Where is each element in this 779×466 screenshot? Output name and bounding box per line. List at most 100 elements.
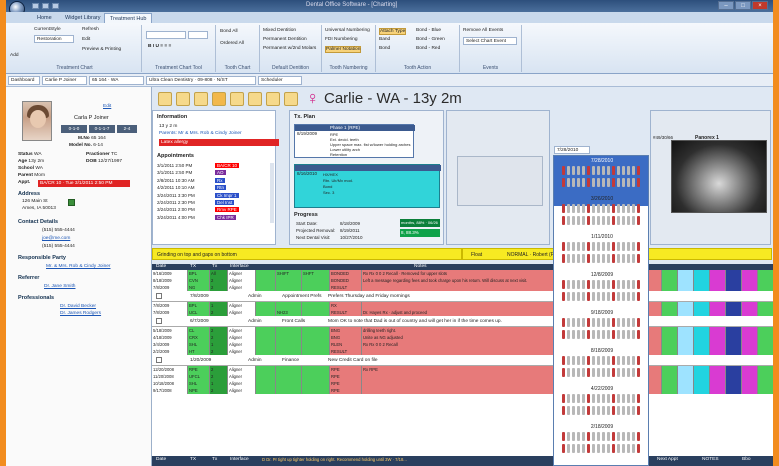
table-row[interactable]: 7/8/2009 NG 2 Aligner RESULT xyxy=(152,284,773,291)
table-cell: 9/16/2009 xyxy=(152,270,188,277)
tooth-icon xyxy=(632,368,635,377)
appointment-row[interactable]: 2/24/2011 2:30 PM Del Inst xyxy=(157,200,267,207)
remove-events-button[interactable]: Remove All Events xyxy=(463,28,503,33)
universal-numbering-option[interactable]: Universal Numbering xyxy=(325,28,370,33)
bond-red-button[interactable]: Bond - Red xyxy=(416,46,440,51)
group-expand-icon[interactable] xyxy=(156,293,162,299)
chart-history-item[interactable]: 2/18/2009 xyxy=(554,422,648,465)
permanent-dentition-option[interactable]: Permanent Dentition xyxy=(263,37,307,42)
format-icons[interactable]: B I U ≡ ≡ ≡ xyxy=(148,44,171,49)
table-row[interactable]: 10/18/2008 SHL 1 Aligner RPE xyxy=(152,380,773,387)
preview-button[interactable]: Preview & Printing xyxy=(82,47,121,52)
table-row[interactable]: 3/4/2009 SHL 1 Aligner RLEN Rx Rx 0 0 2 Recal… xyxy=(152,341,773,348)
tx-plan-2[interactable]: 8/16/2010 HX/HEX Rtn. Ulr/Mx mod. Bond S… xyxy=(294,164,441,208)
panorex-xray-image[interactable] xyxy=(671,140,767,213)
tab-home[interactable]: Home xyxy=(32,13,57,23)
appointment-row[interactable]: 3/24/2011 3:30 PM Ck Impr 1 xyxy=(157,192,267,200)
dashboard-combo[interactable]: Dashboard xyxy=(8,76,40,85)
attach-type-button[interactable]: Attach Type xyxy=(379,28,407,35)
tab-treatment-hub[interactable]: Treatment Hub xyxy=(104,13,153,23)
chart-date-combo[interactable]: 7/28/2010 xyxy=(554,146,590,154)
table-row[interactable]: 9/17/2008 NPE 2 Aligner RPE xyxy=(152,387,773,394)
fdi-numbering-option[interactable]: FDI Numbering xyxy=(325,37,358,42)
add-button[interactable]: Add xyxy=(10,53,19,58)
event-combo[interactable]: Select Chart Event xyxy=(463,37,517,45)
toolbar-chart-icon[interactable] xyxy=(212,92,226,106)
ordered-all-button[interactable]: Ordered All xyxy=(220,41,244,46)
refresh-button[interactable]: Refresh xyxy=(82,27,99,32)
table-row[interactable]: 9/16/2009 BPL All Aligner SHIFT SHFT BONDED Rx … xyxy=(152,270,773,277)
grid-group-row[interactable]: 7/8/2009 Admin Appointment Prefs Prefers Th… xyxy=(152,291,773,302)
map-icon[interactable] xyxy=(68,199,75,206)
toolbar-print-icon[interactable] xyxy=(176,92,190,106)
appointment-row[interactable]: 3/1/2011 2:50 PM AO xyxy=(157,170,267,177)
group-expand-icon[interactable] xyxy=(156,357,162,363)
toolbar-settings-icon[interactable] xyxy=(284,92,298,106)
tooth-icon xyxy=(582,166,585,175)
appointments-scrollbar[interactable] xyxy=(270,163,274,223)
toolbar-tx-icon[interactable] xyxy=(194,92,208,106)
column-header[interactable]: Tx xyxy=(212,264,217,269)
grid-footer: Date TX Tx Interface D Dr. Pr tight up t… xyxy=(152,456,773,466)
table-row[interactable]: 5/18/2009 CL 2 Aligner BNG drilling teeth rig… xyxy=(152,327,773,334)
table-row[interactable]: 11/20/2008 UFCL 2 Aligner RPE xyxy=(152,373,773,380)
referrer-link[interactable]: Dr. Jane Smith xyxy=(44,284,75,289)
column-header[interactable]: Notes xyxy=(414,264,427,269)
edit-button[interactable]: Edit xyxy=(82,37,90,42)
toolbar-notes-icon[interactable] xyxy=(230,92,244,106)
minimize-button[interactable]: – xyxy=(718,1,734,10)
table-row[interactable]: 7/8/2009 UCL 2 Aligner NH23 RESULT Dr. Hayes R… xyxy=(152,309,773,316)
info-parents[interactable]: Parents: Mr & Mrs. Rob & Cindy Joiner xyxy=(159,131,242,136)
maximize-button[interactable]: □ xyxy=(735,1,751,10)
band-button[interactable]: Band xyxy=(379,37,390,42)
toolbar-xray-icon[interactable] xyxy=(266,92,280,106)
oral-surgeon-link[interactable]: Dr. James Rodgers xyxy=(60,311,101,316)
appointment-row[interactable]: 4/2/2011 10:10 AM Rtn xyxy=(157,185,267,192)
scheduler-combo[interactable]: Scheduler xyxy=(258,76,302,85)
column-header[interactable]: Interface xyxy=(230,264,249,269)
table-row[interactable]: 7/8/2009 BPL 1 Aligner RX xyxy=(152,302,773,309)
next-appointment[interactable]: BA/CR 10 · Tue 3/1/2011 2:50 PM xyxy=(38,180,130,187)
tx-plan-1[interactable]: 8/19/2009 Phase 1 (RPE) RPE Ext. decid. … xyxy=(294,124,415,158)
table-row[interactable]: 2/2/2009 HT 2 Aligner RESULT xyxy=(152,348,773,355)
appointment-row[interactable]: 2/8/2011 10:30 AM Rx xyxy=(157,177,267,185)
toolbar-home-icon[interactable] xyxy=(158,92,172,106)
email-link[interactable]: joe@me.com xyxy=(42,236,70,241)
responsible-party-link[interactable]: Mr. & Mrs. Rob & Cindy Joiner xyxy=(46,264,111,269)
chart-history-dropdown[interactable]: 7/28/2010 3/26/2010 1/11/2010 12/8/2009 9/18… xyxy=(553,155,649,466)
edit-patient-link[interactable]: Edit xyxy=(103,104,111,109)
table-row[interactable]: 4/18/2009 CRX 2 Aligner BNG Unite as NG adjus… xyxy=(152,334,773,341)
table-row[interactable]: 12/20/2008 RPE 2 Aligner RPE Rx RPE xyxy=(152,366,773,373)
group-expand-icon[interactable] xyxy=(156,318,162,324)
grid-group-row[interactable]: 1/20/2009 Admin Finance New Credit Card on … xyxy=(152,355,773,366)
appointment-row[interactable]: 3/1/2011 2:50 PM BA/CR 10 xyxy=(157,163,267,170)
palmer-notation-option[interactable]: Palmer Notation xyxy=(325,46,362,53)
mixed-dentition-option[interactable]: Mixed Dentition xyxy=(263,28,296,33)
bond-blue-button[interactable]: Bond - Blue xyxy=(416,28,441,33)
table-row[interactable]: 8/18/2009 CVN 2 Aligner BONDED Left a message… xyxy=(152,277,773,284)
font-combo[interactable] xyxy=(146,31,186,39)
grid-group-row[interactable]: 6/7/2009 Admin Front Calls Mom OK to note t… xyxy=(152,316,773,327)
group-label: Tooth Chart xyxy=(224,65,251,71)
quick-save-icon[interactable] xyxy=(32,3,39,9)
style-combo[interactable]: Restoration xyxy=(34,35,74,43)
column-header[interactable]: Date xyxy=(156,264,166,269)
bond-button[interactable]: Bond xyxy=(379,46,390,51)
column-header[interactable]: TX xyxy=(190,264,196,269)
quick-redo-icon[interactable] xyxy=(52,3,59,9)
size-combo[interactable] xyxy=(188,31,208,39)
tooth-icon xyxy=(597,166,600,175)
bond-all-button[interactable]: Bond All xyxy=(220,29,238,34)
appointment-row[interactable]: 3/24/2011 2:00 PM Rmv RPE xyxy=(157,207,267,214)
patient-combo[interactable]: Carlie P Joiner xyxy=(42,76,87,85)
bond-green-button[interactable]: Bond - Green xyxy=(416,37,445,42)
dentist-link[interactable]: Dr. David Becker xyxy=(60,304,96,309)
close-button[interactable]: × xyxy=(752,1,768,10)
permanent-molars-option[interactable]: Permanent w/2nd Molars xyxy=(263,46,316,51)
appointment-row[interactable]: 3/24/2011 4:00 PM Chk IPR xyxy=(157,214,267,222)
patient-id-combo[interactable]: 65 164 · WA xyxy=(89,76,144,85)
tab-widget-library[interactable]: Widget Library xyxy=(60,13,105,23)
toolbar-images-icon[interactable] xyxy=(248,92,262,106)
clinic-combo[interactable]: Ultra Clean Dentistry · 09-808 · N/ST xyxy=(146,76,256,85)
quick-undo-icon[interactable] xyxy=(42,3,49,9)
